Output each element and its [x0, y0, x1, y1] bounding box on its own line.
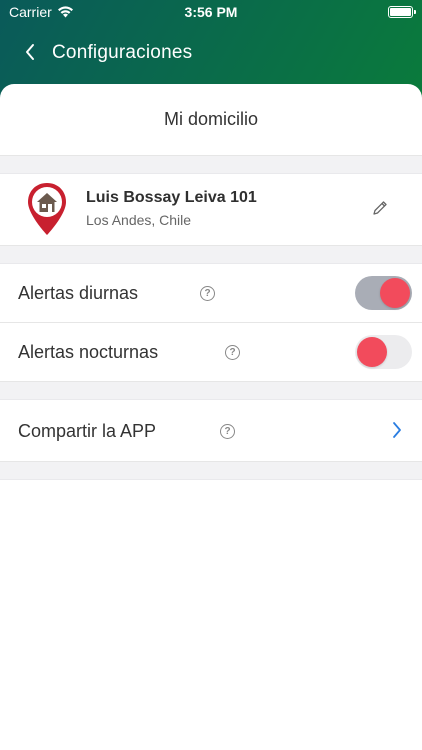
section-title: Mi domicilio	[0, 84, 422, 156]
battery-icon	[388, 6, 416, 18]
night-alerts-toggle[interactable]	[355, 335, 412, 369]
day-alerts-row: Alertas diurnas ?	[0, 264, 422, 323]
section-divider	[0, 462, 422, 480]
settings-sheet: Mi domicilio Luis Bossay Leiva 101 Los A…	[0, 84, 422, 750]
back-button[interactable]	[16, 38, 44, 66]
help-icon[interactable]: ?	[220, 424, 235, 439]
toggle-knob	[380, 278, 410, 308]
address-street: Luis Bossay Leiva 101	[86, 189, 257, 206]
night-alerts-row: Alertas nocturnas ?	[0, 323, 422, 382]
share-app-label: Compartir la APP	[18, 421, 157, 441]
pencil-icon[interactable]	[372, 200, 388, 216]
section-divider	[0, 156, 422, 174]
day-alerts-label: Alertas diurnas	[18, 283, 139, 303]
chevron-right-icon	[393, 422, 401, 438]
section-divider	[0, 246, 422, 264]
page-title: Configuraciones	[52, 42, 193, 63]
address-card: Luis Bossay Leiva 101 Los Andes, Chile	[0, 174, 422, 246]
address-city: Los Andes, Chile	[86, 212, 192, 228]
section-divider	[0, 382, 422, 400]
home-pin-icon	[28, 183, 66, 235]
status-bar: Carrier 3:56 PM	[0, 0, 422, 26]
night-alerts-label: Alertas nocturnas	[18, 342, 159, 362]
status-time: 3:56 PM	[184, 4, 238, 20]
help-icon[interactable]: ?	[225, 345, 240, 360]
day-alerts-toggle[interactable]	[355, 276, 412, 310]
chevron-left-icon	[26, 44, 34, 60]
share-app-row[interactable]: Compartir la APP ?	[0, 400, 422, 462]
toggle-knob	[357, 337, 387, 367]
help-icon[interactable]: ?	[200, 286, 215, 301]
navigation-bar: Configuraciones	[0, 26, 422, 82]
